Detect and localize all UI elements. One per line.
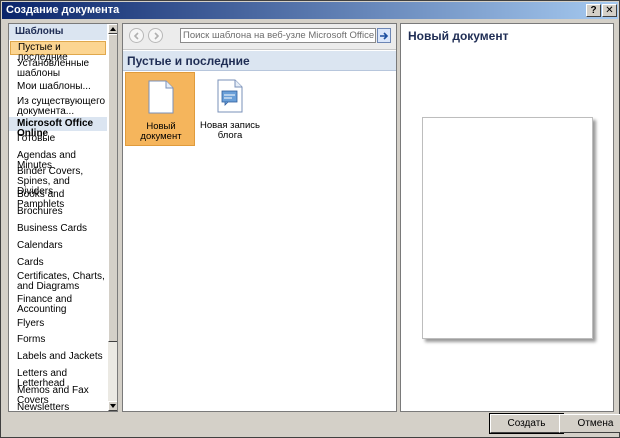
title-bar: Создание документа ? ✕ <box>2 2 618 19</box>
window-title: Создание документа <box>6 4 120 16</box>
sidebar-scrollbar[interactable] <box>108 24 117 411</box>
sidebar-item-forms[interactable]: Forms <box>9 335 107 345</box>
sidebar-item-my-templates[interactable]: Мои шаблоны... <box>9 82 107 92</box>
search-go-arrow-icon[interactable] <box>377 28 391 43</box>
template-new-document[interactable]: Новый документ <box>125 72 195 146</box>
templates-gallery: Поиск шаблона на веб-узле Microsoft Offi… <box>122 23 397 412</box>
templates-sidebar: Шаблоны Пустые и последние Установленные… <box>8 23 118 412</box>
search-input[interactable]: Поиск шаблона на веб-узле Microsoft Offi… <box>180 28 376 43</box>
close-button[interactable]: ✕ <box>602 4 617 17</box>
sidebar-item-blank-recent[interactable]: Пустые и последние <box>10 41 106 63</box>
preview-title: Новый документ <box>408 29 509 43</box>
sidebar-item-calendars[interactable]: Calendars <box>9 241 107 251</box>
sidebar-item-cards[interactable]: Cards <box>9 258 107 268</box>
sidebar-item-featured[interactable]: Готовые <box>9 134 107 144</box>
blog-post-icon <box>217 79 243 113</box>
help-button[interactable]: ? <box>586 4 601 17</box>
new-document-dialog: Создание документа ? ✕ Шаблоны Пустые и … <box>0 0 620 438</box>
template-new-blog-post[interactable]: Новая запись блога <box>195 72 265 146</box>
template-label: Новый документ <box>140 121 182 142</box>
sidebar-item-brochures[interactable]: Brochures <box>9 207 107 217</box>
sidebar-item-certificates[interactable]: Certificates, Charts, and Diagrams <box>9 272 107 292</box>
preview-pane: Новый документ <box>400 23 614 412</box>
cancel-button[interactable]: Отмена <box>559 414 620 433</box>
blank-document-icon <box>148 80 174 114</box>
sidebar-item-business-cards[interactable]: Business Cards <box>9 224 107 234</box>
sidebar-item-from-existing[interactable]: Из существующего документа... <box>9 97 107 117</box>
forward-arrow-icon[interactable] <box>148 28 163 43</box>
sidebar-item-labels[interactable]: Labels and Jackets <box>9 352 107 362</box>
scroll-down-arrow-icon[interactable] <box>108 401 117 411</box>
scrollbar-thumb[interactable] <box>108 34 117 342</box>
back-arrow-icon[interactable] <box>129 28 144 43</box>
sidebar-item-newsletters[interactable]: Newsletters <box>9 403 107 412</box>
gallery-toolbar: Поиск шаблона на веб-узле Microsoft Offi… <box>123 24 396 50</box>
template-label: Новая запись блога <box>200 120 260 141</box>
sidebar-group-office-online: Microsoft Office Online <box>9 117 107 139</box>
preview-page-thumbnail <box>422 117 593 339</box>
sidebar-item-finance[interactable]: Finance and Accounting <box>9 295 107 315</box>
section-title: Пустые и последние <box>123 51 396 71</box>
sidebar-item-flyers[interactable]: Flyers <box>9 319 107 329</box>
sidebar-item-installed[interactable]: Установленные шаблоны <box>9 59 107 79</box>
create-button[interactable]: Создать <box>489 413 564 434</box>
scroll-up-arrow-icon[interactable] <box>108 24 117 34</box>
sidebar-header: Шаблоны <box>9 24 107 40</box>
